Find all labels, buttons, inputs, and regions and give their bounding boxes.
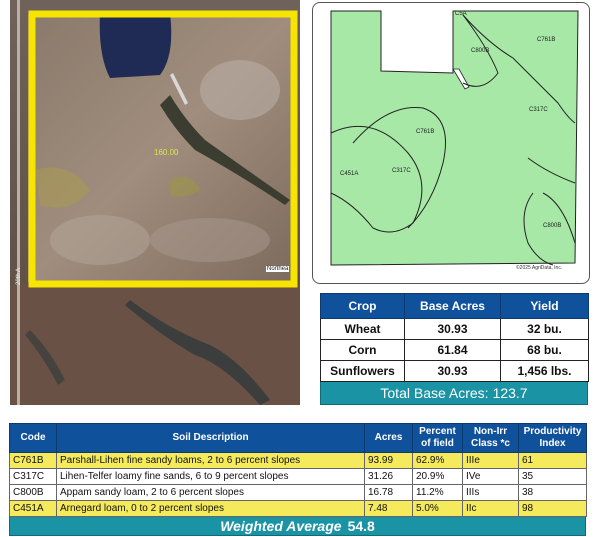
map-label-c5a: C5A [455,11,467,17]
productivity-header-line1: Productivity [523,426,582,437]
class-header-line1: Non-Irr [473,426,508,437]
percent-header-line2: of field [421,438,454,449]
soil-percent: 5.0% [412,500,463,517]
aerial-image [10,0,300,405]
base-acres-header: Base Acres [404,293,501,319]
crop-name: Wheat [320,318,405,340]
soil-percent: 20.9% [412,468,463,485]
soil-description: Arnegard loam, 0 to 2 percent slopes [56,500,365,517]
soil-acres: 93.99 [364,452,413,469]
crop-yield: 1,456 lbs. [500,360,589,382]
map-label-c317c-left: C317C [392,168,411,174]
soil-description: Appam sandy loam, 2 to 6 percent slopes [56,484,365,501]
soil-description: Lihen-Telfer loamy fine sands, 6 to 9 pe… [56,468,365,485]
soil-productivity: 38 [518,484,587,501]
map-label-c761b-top: C761B [537,37,556,43]
total-base-label: Total Base Acres: [380,385,489,401]
map-label-c761b-mid: C761B [416,129,435,135]
code-header: Code [9,423,57,453]
soil-class: IVe [462,468,519,485]
soil-productivity: 61 [518,452,587,469]
crop-yield: 32 bu. [500,318,589,340]
soil-productivity: 35 [518,468,587,485]
total-base-acres: Total Base Acres: 123.7 [320,382,588,405]
total-base-value: 123.7 [492,385,528,401]
soil-map: C5A C800B C761B C317C C761B C451A C317C … [312,2,590,284]
crop-name: Sunflowers [320,360,405,382]
soil-row: C317C Lihen-Telfer loamy fine sands, 6 t… [9,468,587,485]
soil-percent: 62.9% [412,452,463,469]
crop-row: Wheat 30.93 32 bu. [320,318,589,340]
class-header: Non-Irr Class *c [462,423,519,453]
class-header-line2: Class *c [471,438,510,449]
weighted-average-label: Weighted Average [220,518,342,534]
soil-table-block: Code Soil Description Acres Percent of fi… [9,423,587,536]
crop-base-acres: 30.93 [404,360,501,382]
soil-row: C451A Arnegard loam, 0 to 2 percent slop… [9,500,587,517]
yield-header: Yield [500,293,589,319]
percent-header-line1: Percent [419,426,456,437]
crop-yield: 68 bu. [500,339,589,361]
soil-map-drawing [330,10,579,266]
soil-productivity: 98 [518,500,587,517]
weighted-average-value: 54.8 [347,518,375,534]
soil-table-header: Code Soil Description Acres Percent of fi… [9,423,587,453]
crop-base-table: Crop Base Acres Yield Wheat 30.93 32 bu.… [320,293,589,405]
crop-row: Sunflowers 30.93 1,456 lbs. [320,360,589,382]
soil-code: C800B [9,484,57,501]
percent-header: Percent of field [412,423,463,453]
map-corner-label: Northea [266,266,290,272]
map-copyright: ©2025 AgriData, Inc. [516,265,563,271]
acres-header: Acres [364,423,413,453]
soil-code: C761B [9,452,57,469]
crop-header: Crop [320,293,405,319]
soil-row: C761B Parshall-Lihen fine sandy loams, 2… [9,452,587,469]
crop-row: Corn 61.84 68 bu. [320,339,589,361]
map-label-c800b-top: C800B [471,48,490,54]
soil-row: C800B Appam sandy loam, 2 to 6 percent s… [9,484,587,501]
soil-description: Parshall-Lihen fine sandy loams, 2 to 6 … [56,452,365,469]
soil-percent: 11.2% [412,484,463,501]
productivity-header-line2: Index [539,438,566,449]
map-label-c800b-bottom: C800B [543,223,562,229]
aerial-photo: 160.00 Northea 20th A [10,0,300,405]
productivity-header: Productivity Index [518,423,587,453]
crop-base-acres: 61.84 [404,339,501,361]
soil-acres: 7.48 [364,500,413,517]
road-label: 20th A [16,267,22,285]
map-label-c317c-right: C317C [529,107,548,113]
field-acres-label: 160.00 [154,148,179,157]
soil-acres: 31.26 [364,468,413,485]
soil-code: C451A [9,500,57,517]
soil-description-header: Soil Description [56,423,365,453]
soil-class: IIc [462,500,519,517]
crop-name: Corn [320,339,405,361]
crop-base-acres: 30.93 [404,318,501,340]
soil-class: IIIe [462,452,519,469]
weighted-average: Weighted Average 54.8 [9,517,586,536]
soil-code: C317C [9,468,57,485]
soil-class: IIIs [462,484,519,501]
soil-acres: 16.78 [364,484,413,501]
map-label-c451a: C451A [340,171,359,177]
crop-table-header: Crop Base Acres Yield [320,293,589,319]
